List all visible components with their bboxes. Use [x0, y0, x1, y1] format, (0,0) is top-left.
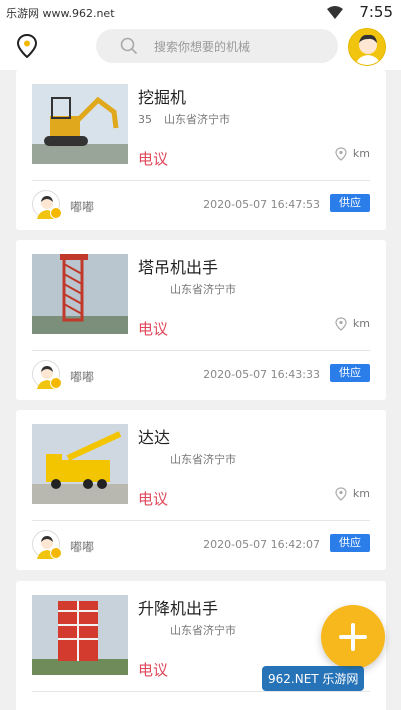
listing-distance: km: [335, 147, 370, 161]
listing-price: 电议: [138, 320, 169, 338]
listing-price: 电议: [138, 150, 169, 168]
divider: [32, 691, 370, 692]
watermark-text: 乐游网 www.962.net: [6, 7, 115, 20]
location-icon: [335, 487, 347, 501]
listing-meta: 山东省济宁市: [170, 281, 236, 297]
listing-distance: km: [335, 487, 370, 501]
status-time: 7:55: [359, 3, 393, 21]
listing-meta: 山东省济宁市: [170, 451, 236, 467]
supply-tag: 供应: [330, 534, 370, 552]
listing-price: 电议: [138, 490, 169, 508]
verified-badge-icon: [50, 547, 62, 559]
listing-title: 达达: [138, 428, 171, 447]
signal-icon: [327, 6, 343, 19]
user-name: 嘟嘟: [70, 370, 95, 384]
listing-time: 2020-05-07 16:43:33: [203, 368, 320, 381]
listing-time: 2020-05-07 16:47:53: [203, 198, 320, 211]
divider: [32, 180, 370, 181]
user-name: 嘟嘟: [70, 540, 95, 554]
listing-price: 电议: [138, 661, 169, 679]
tower-crane-photo: [32, 254, 128, 334]
user-name: 嘟嘟: [70, 200, 95, 214]
location-pin-icon[interactable]: [16, 34, 38, 58]
location-icon: [335, 317, 347, 331]
supply-tag: 供应: [330, 364, 370, 382]
bottom-watermark: 962.NET 乐游网: [262, 666, 365, 691]
listing-title: 升降机出手: [138, 599, 219, 618]
listing-meta: 35 山东省济宁市: [138, 111, 230, 127]
supply-tag: 供应: [330, 194, 370, 212]
profile-avatar[interactable]: [348, 28, 386, 66]
location-icon: [335, 147, 347, 161]
truck-crane-photo: [32, 424, 128, 504]
search-box[interactable]: 搜索你想要的机械: [96, 29, 338, 63]
listing-card[interactable]: 挖掘机 35 山东省济宁市 电议 km 嘟嘟 2020-05-07 16:47:5…: [16, 70, 386, 230]
verified-badge-icon: [50, 207, 62, 219]
excavator-photo: [32, 84, 128, 164]
user-avatar[interactable]: [32, 190, 62, 219]
user-avatar[interactable]: [32, 530, 62, 559]
listing-card[interactable]: 塔吊机出手 山东省济宁市 电议 km 嘟嘟 2020-05-07 16:43:3…: [16, 240, 386, 400]
status-bar: 乐游网 www.962.net 7:55: [0, 0, 401, 26]
listing-title: 塔吊机出手: [138, 258, 219, 277]
add-listing-button[interactable]: [321, 605, 385, 669]
top-header: 搜索你想要的机械: [0, 26, 401, 70]
divider: [32, 520, 370, 521]
user-avatar[interactable]: [32, 360, 62, 389]
listing-count: 35: [138, 113, 152, 126]
search-placeholder: 搜索你想要的机械: [154, 40, 251, 54]
listing-distance: km: [335, 317, 370, 331]
listing-location: 山东省济宁市: [170, 453, 236, 466]
listing-card[interactable]: 达达 山东省济宁市 电议 km 嘟嘟 2020-05-07 16:42:07 供…: [16, 410, 386, 570]
listing-time: 2020-05-07 16:42:07: [203, 538, 320, 551]
divider: [32, 350, 370, 351]
search-icon: [120, 37, 138, 55]
verified-badge-icon: [50, 377, 62, 389]
listing-meta: 山东省济宁市: [170, 622, 236, 638]
listing-title: 挖掘机: [138, 88, 187, 107]
listing-location: 山东省济宁市: [170, 283, 236, 296]
listing-location: 山东省济宁市: [170, 624, 236, 637]
listing-location: 山东省济宁市: [164, 113, 230, 126]
user-face-icon: [355, 34, 381, 65]
lift-machine-photo: [32, 595, 128, 675]
